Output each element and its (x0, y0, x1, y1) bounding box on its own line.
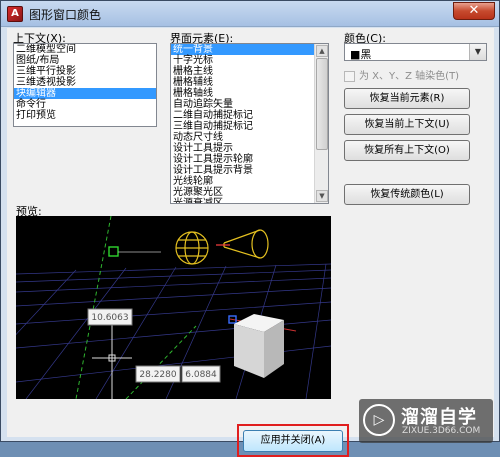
dimension-h2-text: 6.0884 (185, 370, 217, 380)
interface-element-list-item[interactable]: 光线轮廓 (171, 176, 328, 187)
interface-element-list-item[interactable]: 自动追踪矢量 (171, 99, 328, 110)
dialog-window: A 图形窗口颜色 ✕ 上下文(X): 二维模型空间 图纸/布局 三维平行投影 三维透视… (0, 0, 500, 457)
context-list-item[interactable]: 三维平行投影 (14, 66, 156, 77)
app-icon: A (7, 6, 23, 22)
interface-element-listbox[interactable]: 统一背景 十字光标 栅格主线 栅格辅线 栅格轴线 自动追踪矢量 二维自动捕捉标记 三维自动捕捉… (170, 43, 329, 204)
context-list-item[interactable]: 三维透视投影 (14, 77, 156, 88)
interface-element-list-item[interactable]: 二维自动捕捉标记 (171, 110, 328, 121)
interface-element-list-item[interactable]: 设计工具提示轮廓 (171, 154, 328, 165)
interface-element-list-item[interactable]: 动态尺寸线 (171, 132, 328, 143)
restore-current-element-button[interactable]: 恢复当前元素(R) (344, 88, 470, 109)
title-bar[interactable]: A 图形窗口颜色 ✕ (1, 1, 499, 27)
interface-element-list-item[interactable]: 栅格主线 (171, 66, 328, 77)
preview-scene: 10.6063 28.2280 6.0884 (16, 216, 331, 399)
interface-element-list-item[interactable]: 栅格轴线 (171, 88, 328, 99)
interface-element-list-item[interactable]: 十字光标 (171, 55, 328, 66)
cube-solid (234, 314, 284, 378)
apply-close-button[interactable]: 应用并关闭(A) (243, 430, 343, 452)
context-list-item[interactable]: 打印预览 (14, 110, 156, 121)
context-list-item[interactable]: 二维模型空间 (14, 44, 156, 55)
restore-current-context-button[interactable]: 恢复当前上下文(U) (344, 114, 470, 135)
color-select[interactable]: ■黑 ▼ (344, 43, 487, 61)
context-list-item[interactable]: 图纸/布局 (14, 55, 156, 66)
point-light-glyph (175, 231, 209, 265)
scroll-up-icon[interactable]: ▲ (316, 45, 328, 57)
close-button[interactable]: ✕ (453, 2, 495, 20)
watermark: ▷ 溜溜自学 ZIXUE.3D66.COM (359, 399, 493, 443)
restore-all-contexts-button[interactable]: 恢复所有上下文(O) (344, 140, 470, 161)
snap-marker (108, 246, 119, 257)
watermark-url: ZIXUE.3D66.COM (402, 426, 481, 436)
tint-axes-checkbox-row[interactable]: 为 X、Y、Z 轴染色(T) (344, 67, 459, 82)
window-title: 图形窗口颜色 (29, 8, 102, 22)
tint-axes-label: 为 X、Y、Z 轴染色(T) (359, 71, 460, 82)
interface-element-list-item[interactable]: 设计工具提示 (171, 143, 328, 154)
scroll-thumb[interactable] (316, 58, 328, 150)
color-select-value: ■黑 (350, 48, 372, 61)
restore-classic-colors-button[interactable]: 恢复传统颜色(L) (344, 184, 470, 205)
preview-canvas: 10.6063 28.2280 6.0884 (16, 216, 331, 399)
interface-element-list-item[interactable]: 光源聚光区 (171, 187, 328, 198)
interface-element-list-item[interactable]: 栅格辅线 (171, 77, 328, 88)
scroll-down-icon[interactable]: ▼ (316, 190, 328, 202)
tint-axes-checkbox[interactable] (344, 70, 355, 82)
interface-element-list-item[interactable]: 三维自动捕捉标记 (171, 121, 328, 132)
element-scrollbar[interactable]: ▲ ▼ (314, 44, 328, 203)
interface-element-list-item[interactable]: 设计工具提示背景 (171, 165, 328, 176)
chevron-down-icon[interactable]: ▼ (469, 44, 486, 60)
context-listbox[interactable]: 二维模型空间 图纸/布局 三维平行投影 三维透视投影 块编辑器 命令行 打印预览 (13, 43, 157, 127)
context-list-item[interactable]: 命令行 (14, 99, 156, 110)
dimension-vertical-text: 10.6063 (91, 313, 128, 323)
spotlight-glyph (216, 229, 269, 259)
dimension-h1-text: 28.2280 (139, 370, 176, 380)
interface-element-list-item[interactable]: 光源衰减区 (171, 198, 328, 203)
crosshair-icon (92, 316, 132, 399)
dialog-body: 上下文(X): 二维模型空间 图纸/布局 三维平行投影 三维透视投影 块编辑器 命令行 打印… (7, 28, 494, 457)
watermark-logo-icon: ▷ (363, 404, 395, 436)
context-list-item[interactable]: 块编辑器 (14, 88, 156, 99)
interface-element-list-item[interactable]: 统一背景 (171, 44, 328, 55)
